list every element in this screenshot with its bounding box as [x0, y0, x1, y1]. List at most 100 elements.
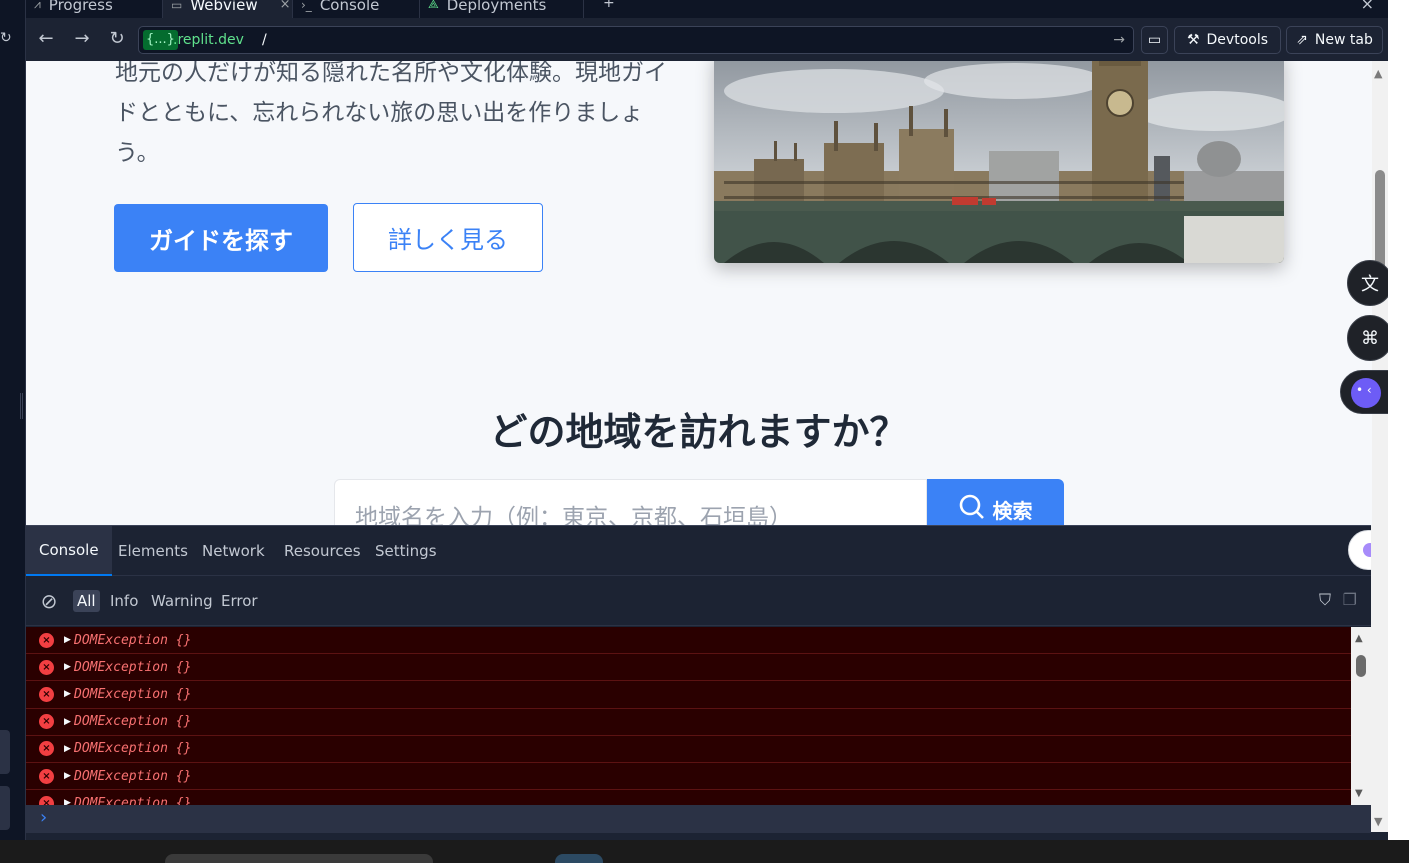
tab-label: Console — [319, 0, 380, 14]
assistant-face-icon — [1351, 378, 1381, 408]
console-log-list: × ▶ DOMException {} × ▶ DOMException {} × ▶ DO… — [26, 627, 1351, 805]
westminster-image — [714, 61, 1284, 263]
taskbar-item[interactable] — [165, 854, 433, 863]
expand-caret-icon[interactable]: ▶ — [64, 689, 71, 699]
devtools-tab-resources[interactable]: Resources — [271, 526, 374, 576]
error-icon: × — [39, 741, 54, 757]
console-scrollbar[interactable]: ▲ ▼ — [1351, 627, 1371, 805]
search-button[interactable]: 検索 — [927, 479, 1064, 525]
search-icon — [959, 494, 985, 525]
expand-caret-icon[interactable]: ▶ — [64, 771, 71, 781]
error-icon: × — [39, 795, 54, 805]
log-message: DOMException {} — [74, 768, 192, 784]
tab-label: Webview — [190, 0, 258, 14]
log-entry[interactable]: × ▶ DOMException {} — [26, 735, 1351, 763]
devtools-tab-elements[interactable]: Elements — [105, 526, 201, 576]
tab-console[interactable]: ›_ Console — [293, 0, 420, 18]
add-tab-icon[interactable]: + — [603, 0, 615, 11]
filter-all[interactable]: All — [73, 590, 100, 612]
log-entry[interactable]: × ▶ DOMException {} — [26, 790, 1351, 805]
expand-caret-icon[interactable]: ▶ — [64, 744, 71, 754]
devtools-button[interactable]: ⚒ Devtools — [1174, 26, 1281, 54]
log-entry[interactable]: × ▶ DOMException {} — [26, 627, 1351, 655]
error-icon: × — [39, 714, 54, 730]
filter-error[interactable]: Error — [217, 590, 262, 612]
taskbar-item[interactable] — [555, 854, 603, 863]
close-icon[interactable]: × — [1361, 0, 1374, 13]
tab-label: Progress — [48, 0, 113, 14]
tab-strip: ⩘ Progress ▭ Webview × ›_ Console ⟁ Depl… — [26, 0, 1388, 18]
translate-icon[interactable]: 文 — [1347, 260, 1393, 306]
new-tab-button[interactable]: ⇗ New tab — [1286, 26, 1383, 54]
tab-progress[interactable]: ⩘ Progress — [26, 0, 163, 18]
url-path: / — [262, 32, 267, 48]
devtools-tabs: Console Elements Network Resources Setti… — [26, 526, 1371, 576]
back-arrow-icon[interactable]: ← — [34, 27, 58, 51]
filter-info[interactable]: Info — [106, 590, 142, 612]
log-message: DOMException {} — [74, 795, 192, 805]
reload-icon[interactable]: ↻ — [105, 27, 129, 51]
log-entry[interactable]: × ▶ DOMException {} — [26, 654, 1351, 682]
devtools-tab-console[interactable]: Console — [26, 526, 112, 576]
search-button-label: 検索 — [992, 498, 1033, 523]
scroll-down-icon[interactable]: ▼ — [1355, 788, 1363, 799]
webview: 地元の人だけが知る隠れた名所や文化体験。現地ガイドとともに、忘れられない旅の思い… — [26, 61, 1388, 525]
refresh-icon[interactable]: ↻ — [0, 30, 12, 46]
log-message: DOMException {} — [74, 714, 192, 730]
new-tab-label: New tab — [1314, 32, 1373, 48]
external-link-icon: ⇗ — [1296, 32, 1308, 48]
expand-caret-icon[interactable]: ▶ — [64, 635, 71, 645]
expand-caret-icon[interactable]: ▶ — [64, 798, 71, 805]
scroll-down-icon[interactable]: ▼ — [1374, 815, 1382, 828]
monitor-icon: ▭ — [171, 0, 183, 12]
devtools-tab-network[interactable]: Network — [189, 526, 278, 576]
taskbar — [0, 840, 1409, 863]
command-icon[interactable]: ⌘ — [1347, 315, 1393, 361]
console-input[interactable]: › — [26, 805, 1371, 833]
forward-arrow-icon[interactable]: → — [70, 27, 94, 51]
chart-line-icon: ⩘ — [34, 0, 41, 11]
url-input[interactable]: {...} .replit.dev / → — [138, 26, 1134, 54]
expand-caret-icon[interactable]: ▶ — [64, 662, 71, 672]
log-message: DOMException {} — [74, 632, 192, 648]
left-rail: ↻ — [0, 0, 26, 840]
filter-warning[interactable]: Warning — [147, 590, 217, 612]
error-icon: × — [39, 686, 54, 702]
hero-description: 地元の人だけが知る隠れた名所や文化体験。現地ガイドとともに、忘れられない旅の思い… — [115, 61, 667, 166]
rail-item[interactable] — [0, 730, 10, 774]
prompt-chevron-icon: › — [40, 807, 48, 828]
scroll-thumb[interactable] — [1356, 655, 1366, 677]
log-message: DOMException {} — [74, 741, 192, 757]
filter-funnel-icon[interactable]: ⛉ — [1319, 590, 1331, 610]
wrench-icon: ⚒ — [1186, 32, 1200, 48]
expand-caret-icon[interactable]: ▶ — [64, 717, 71, 727]
page-scrollbar[interactable]: ▼ — [1371, 525, 1388, 832]
devtools-panel: Console Elements Network Resources Setti… — [26, 525, 1371, 833]
monitor-icon: ▭ — [1147, 32, 1162, 48]
tab-deployments[interactable]: ⟁ Deployments — [420, 0, 584, 18]
device-toggle-button[interactable]: ▭ — [1141, 26, 1168, 54]
scroll-up-icon[interactable]: ▲ — [1374, 67, 1382, 80]
find-guide-button[interactable]: ガイドを探す — [114, 204, 328, 272]
error-icon: × — [39, 659, 54, 675]
hero-image — [714, 61, 1284, 263]
tab-webview[interactable]: ▭ Webview × — [163, 0, 293, 18]
window-edge — [1388, 0, 1409, 840]
region-search-input[interactable]: 地域名を入力（例：東京、京都、石垣島） — [334, 479, 927, 525]
region-heading: どの地域を訪れますか？ — [489, 410, 908, 454]
error-icon: × — [39, 768, 54, 784]
devtools-tab-settings[interactable]: Settings — [362, 526, 450, 576]
clear-console-icon[interactable]: ⊘ — [38, 590, 60, 612]
go-arrow-icon[interactable]: → — [1113, 30, 1125, 50]
scroll-up-icon[interactable]: ▲ — [1355, 633, 1363, 644]
copy-icon[interactable]: ❐ — [1343, 590, 1357, 609]
log-entry[interactable]: × ▶ DOMException {} — [26, 708, 1351, 736]
learn-more-button[interactable]: 詳しく見る — [353, 203, 543, 272]
resize-handle[interactable] — [20, 393, 23, 419]
log-message: DOMException {} — [74, 659, 192, 675]
close-icon[interactable]: × — [280, 0, 291, 12]
log-entry[interactable]: × ▶ DOMException {} — [26, 681, 1351, 709]
rail-item[interactable] — [0, 786, 10, 830]
console-filters: ⊘ All Info Warning Error ⛉ ❐ — [26, 576, 1371, 626]
log-entry[interactable]: × ▶ DOMException {} — [26, 762, 1351, 791]
